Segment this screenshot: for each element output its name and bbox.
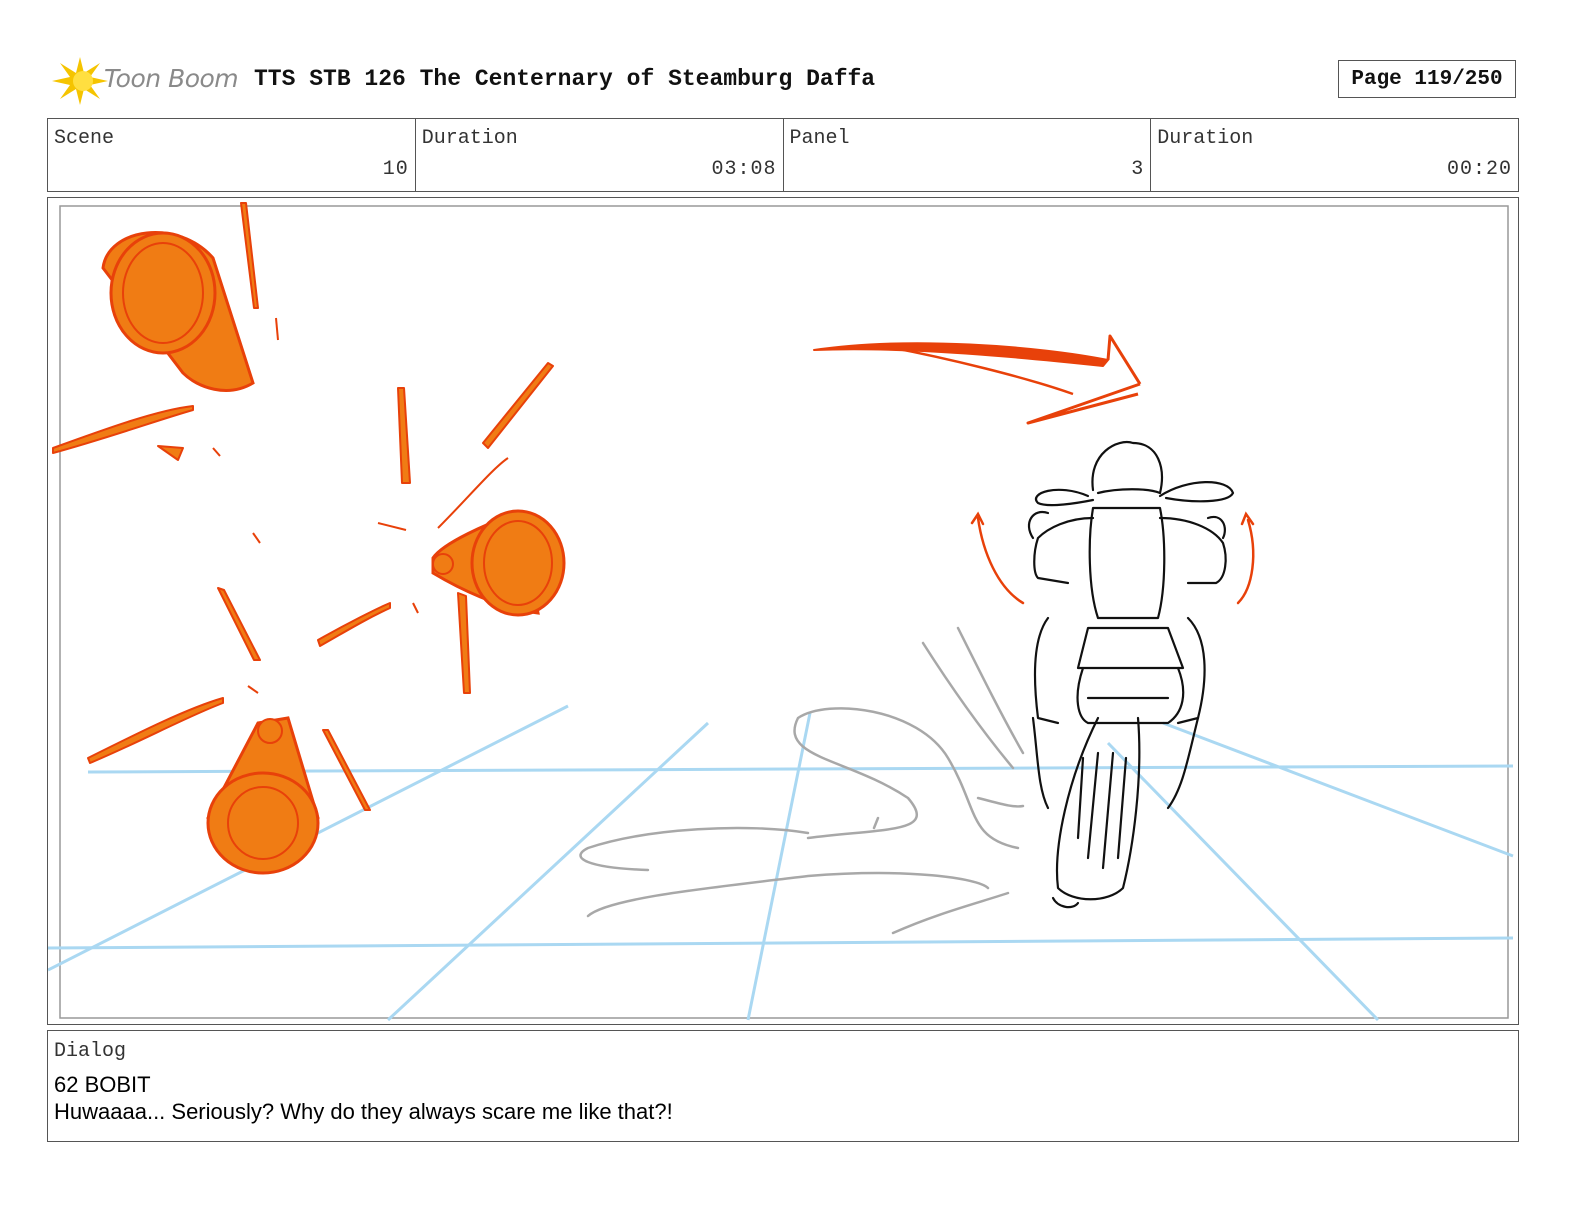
scene-value: 10 <box>382 158 409 181</box>
scene-label: Scene <box>54 127 115 150</box>
storyboard-panel <box>47 197 1519 1025</box>
panel-label: Panel <box>789 127 850 150</box>
logo-text: Toon Boom <box>104 64 239 93</box>
panel-cell: Panel 3 <box>784 119 1152 191</box>
cone-middle <box>431 509 566 617</box>
toon-boom-logo: Toon Boom <box>50 55 240 107</box>
panel-duration-cell: Duration 00:20 <box>1151 119 1518 191</box>
rider-on-motorbike <box>1027 441 1235 909</box>
scene-duration-label: Duration <box>421 127 518 150</box>
dialog-label: Dialog <box>54 1040 127 1063</box>
scene-duration-cell: Duration 03:08 <box>416 119 784 191</box>
document-title: TTS STB 126 The Centernary of Steamburg … <box>254 66 876 92</box>
dialog-box: Dialog 62 BOBIT Huwaaaa... Seriously? Wh… <box>47 1030 1519 1142</box>
panel-duration-label: Duration <box>1157 127 1254 150</box>
cone-top-left <box>101 231 255 392</box>
starburst-icon <box>52 57 108 105</box>
panel-duration-value: 00:20 <box>1446 158 1512 181</box>
motion-arrow <box>813 334 1142 425</box>
panel-drawing <box>48 202 1514 1022</box>
scene-info-row: Scene 10 Duration 03:08 Panel 3 Duration… <box>47 118 1519 192</box>
page-counter: Page 119/250 <box>1338 60 1516 98</box>
panel-value: 3 <box>1131 158 1145 181</box>
scene-cell: Scene 10 <box>48 119 416 191</box>
dialog-speaker: 62 BOBIT <box>54 1072 151 1097</box>
cone-bottom-left <box>206 716 320 875</box>
motion-marks <box>970 511 1255 605</box>
dialog-line: Huwaaaa... Seriously? Why do they always… <box>54 1099 673 1124</box>
scene-duration-value: 03:08 <box>711 158 777 181</box>
